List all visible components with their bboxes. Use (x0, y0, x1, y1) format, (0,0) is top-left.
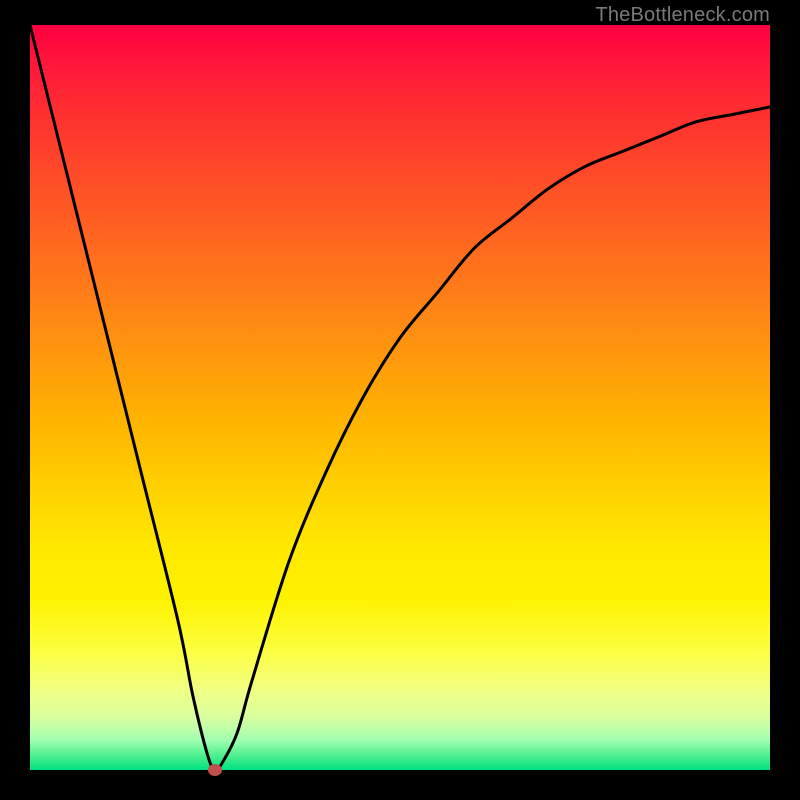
plot-area (30, 25, 770, 770)
chart-frame: TheBottleneck.com (0, 0, 800, 800)
bottleneck-curve (30, 25, 770, 770)
watermark-label: TheBottleneck.com (595, 4, 770, 27)
optimal-marker (208, 764, 222, 776)
